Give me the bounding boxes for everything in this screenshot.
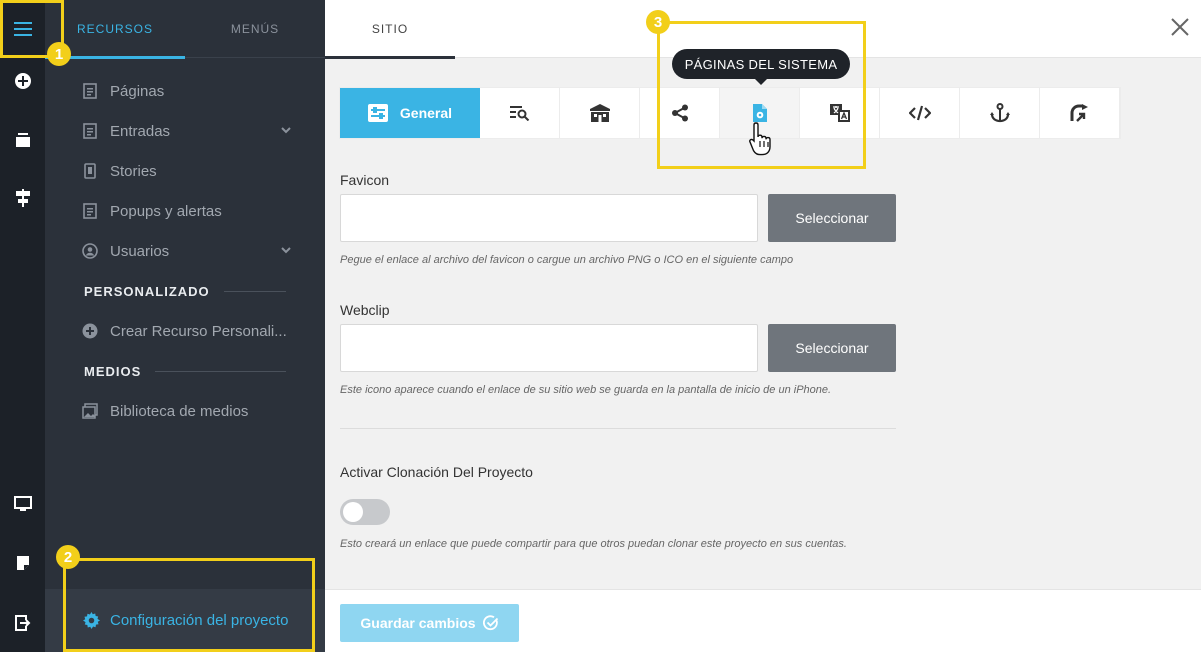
page-icon <box>82 123 98 139</box>
sidebar-item-label: Biblioteca de medios <box>110 402 249 420</box>
add-icon <box>14 73 31 89</box>
user-icon <box>82 243 98 259</box>
building-icon <box>589 104 610 122</box>
tab-seo[interactable] <box>480 88 560 138</box>
pin-button[interactable] <box>0 178 45 218</box>
section-personalizado: PERSONALIZADO <box>84 284 286 299</box>
preview-button[interactable] <box>0 484 45 524</box>
tab-general[interactable]: General <box>340 88 480 138</box>
callout-badge-1: 1 <box>47 42 71 66</box>
icon-rail <box>0 0 45 652</box>
anchor-icon <box>989 103 1010 123</box>
add-button[interactable] <box>0 61 45 101</box>
sidebar-item-paginas[interactable]: Páginas <box>82 79 292 103</box>
panel-tabs: RECURSOS MENÚS <box>45 0 325 59</box>
divider <box>155 371 286 372</box>
close-icon[interactable] <box>1169 16 1191 38</box>
chevron-down-icon[interactable] <box>280 244 292 256</box>
section-heading: MEDIOS <box>84 364 142 379</box>
logout-button[interactable] <box>0 603 45 643</box>
sidebar-item-label: Popups y alertas <box>110 202 222 220</box>
divider <box>223 291 286 292</box>
favicon-label: Favicon <box>340 172 390 188</box>
save-button-label: Guardar cambios <box>360 615 476 631</box>
callout-badge-2: 2 <box>56 545 80 569</box>
sidebar-item-usuarios[interactable]: Usuarios <box>82 239 292 263</box>
tab-general-label: General <box>399 105 453 121</box>
tab-redirects[interactable] <box>1040 88 1120 138</box>
favicon-help: Pegue el enlace al archivo del favicon o… <box>340 254 794 266</box>
resources-panel: RECURSOS MENÚS Páginas Entradas Stories … <box>45 0 325 652</box>
tab-sitio[interactable]: SITIO <box>325 0 455 59</box>
phone-icon <box>82 163 98 179</box>
note-icon <box>16 556 29 570</box>
exit-icon <box>14 615 30 631</box>
form-divider <box>340 428 896 429</box>
sidebar-item-label: Crear Recurso Personali... <box>110 322 287 340</box>
sidebar-item-label: Entradas <box>110 122 171 140</box>
tab-menus[interactable]: MENÚS <box>185 0 325 58</box>
sidebar-item-label: Páginas <box>110 82 165 100</box>
save-button[interactable]: Guardar cambios <box>340 604 519 642</box>
sliders-icon <box>367 104 388 122</box>
section-medios: MEDIOS <box>84 364 286 379</box>
favicon-select-button[interactable]: Seleccionar <box>768 194 896 242</box>
stack-icon <box>15 133 30 147</box>
callout-badge-3: 3 <box>646 10 670 34</box>
toggle-knob <box>343 502 363 522</box>
clone-toggle[interactable] <box>340 499 390 525</box>
tab-business[interactable] <box>560 88 640 138</box>
webclip-select-button[interactable]: Seleccionar <box>768 324 896 372</box>
sidebar-item-biblioteca[interactable]: Biblioteca de medios <box>82 399 292 423</box>
favicon-input[interactable] <box>340 194 758 242</box>
webclip-help: Este icono aparece cuando el enlace de s… <box>340 384 832 396</box>
stack-button[interactable] <box>0 120 45 160</box>
page-icon <box>82 203 98 219</box>
plus-circle-icon <box>82 323 98 339</box>
sidebar-item-popups[interactable]: Popups y alertas <box>82 199 292 223</box>
callout-highlight-2 <box>63 558 315 652</box>
sidebar-item-label: Usuarios <box>110 242 170 260</box>
page-icon <box>82 83 98 99</box>
clone-label: Activar Clonación Del Proyecto <box>340 464 533 480</box>
notes-button[interactable] <box>0 543 45 583</box>
code-icon <box>908 105 931 121</box>
sidebar-item-label: Stories <box>110 162 157 180</box>
image-icon <box>82 403 98 419</box>
search-list-icon <box>509 106 529 121</box>
webclip-input[interactable] <box>340 324 758 372</box>
webclip-label: Webclip <box>340 302 390 318</box>
check-circle-icon <box>482 615 498 631</box>
redirect-icon <box>1070 104 1088 122</box>
sidebar-item-crear-recurso[interactable]: Crear Recurso Personali... <box>82 319 292 343</box>
monitor-icon <box>13 496 32 511</box>
section-heading: PERSONALIZADO <box>84 284 210 299</box>
sidebar-item-stories[interactable]: Stories <box>82 159 292 183</box>
callout-highlight-3 <box>657 21 866 169</box>
footer-bar: Guardar cambios <box>325 589 1201 652</box>
sidebar-item-entradas[interactable]: Entradas <box>82 119 292 143</box>
pin-icon <box>15 189 30 207</box>
chevron-down-icon[interactable] <box>280 124 292 136</box>
tab-anchors[interactable] <box>960 88 1040 138</box>
tab-code[interactable] <box>880 88 960 138</box>
clone-help: Esto creará un enlace que puede comparti… <box>340 538 847 550</box>
